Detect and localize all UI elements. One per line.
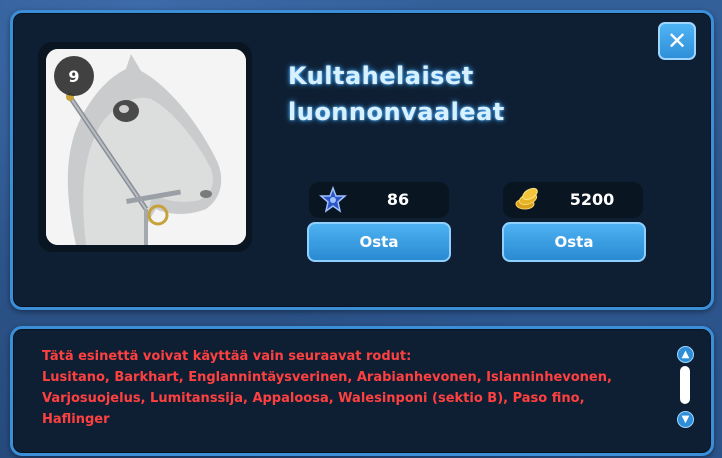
buy-with-stars-button[interactable]: Osta: [307, 222, 451, 262]
chevron-up-icon: ▲: [681, 349, 690, 360]
item-title: Kultahelaiset luonnonvaaleat: [288, 58, 628, 130]
scroll-down-button[interactable]: ▼: [677, 411, 694, 428]
coin-price-box: 5200: [503, 182, 643, 218]
star-coin-icon: [319, 186, 347, 213]
coin-price-value: 5200: [569, 190, 615, 209]
item-title-line1: Kultahelaiset: [288, 62, 474, 90]
buy-with-coins-button[interactable]: Osta: [502, 222, 646, 262]
scrollbar-thumb[interactable]: [680, 366, 690, 404]
restriction-line: Lusitano, Barkhart, Englannintäysverinen…: [42, 370, 612, 385]
chevron-down-icon: ▼: [681, 414, 690, 425]
item-level-badge: 9: [54, 56, 94, 96]
restriction-line: Varjosuojelus, Lumitanssija, Appaloosa, …: [42, 391, 585, 406]
star-price-box: 86: [309, 182, 449, 218]
close-icon: ✕: [666, 27, 688, 55]
item-title-line2: luonnonvaaleat: [288, 98, 505, 126]
restriction-heading: Tätä esinettä voivat käyttää vain seuraa…: [42, 349, 412, 364]
scroll-up-button[interactable]: ▲: [677, 346, 694, 363]
star-price-value: 86: [386, 190, 410, 209]
restriction-line: Haflinger: [42, 412, 110, 427]
breed-restriction-text: Tätä esinettä voivat käyttää vain seuraa…: [42, 346, 642, 430]
close-button[interactable]: ✕: [658, 22, 696, 60]
gold-coins-icon: [515, 187, 538, 210]
